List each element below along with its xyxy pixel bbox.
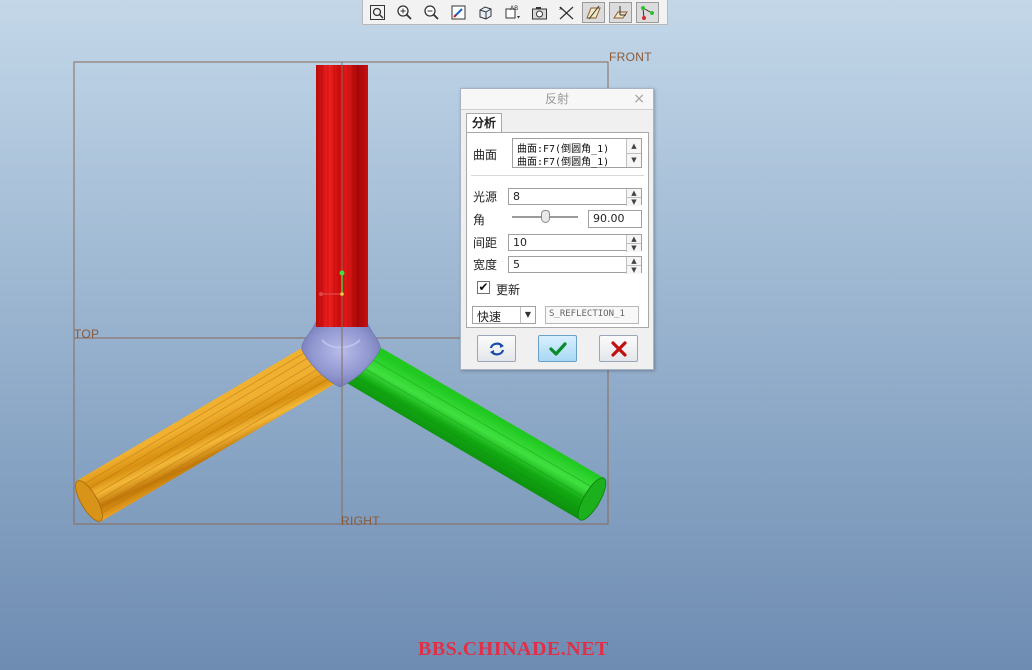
zoom-fit-button[interactable] xyxy=(366,2,389,23)
view-orient-button[interactable] xyxy=(474,2,497,23)
dialog-title: 反射 xyxy=(544,92,569,106)
orange-pipe xyxy=(75,346,338,522)
mode-dropdown[interactable]: 快速 ▼ xyxy=(472,306,536,324)
divider xyxy=(471,175,644,176)
mode-value[interactable]: 快速 xyxy=(477,308,501,325)
surface-label: 曲面 xyxy=(473,148,498,162)
angle-slider-thumb[interactable] xyxy=(541,210,550,223)
light-label: 光源 xyxy=(473,190,498,204)
datum-label-front[interactable]: FRONT xyxy=(609,50,652,64)
spin-up-icon[interactable]: ▲ xyxy=(626,257,641,265)
zoom-in-icon xyxy=(397,4,412,20)
datum-csys-toggle-icon xyxy=(613,5,628,18)
angle-input[interactable]: 90.00 xyxy=(588,210,642,228)
spacing-value[interactable]: 10 xyxy=(513,236,527,249)
close-icon[interactable]: × xyxy=(633,89,645,109)
datum-csys-toggle-button[interactable] xyxy=(609,1,632,23)
angle-value[interactable]: 90.00 xyxy=(593,212,625,225)
datum-label-top[interactable]: TOP xyxy=(74,327,99,341)
datum-point-toggle-icon xyxy=(641,5,654,20)
datum-label-right[interactable]: RIGHT xyxy=(341,514,380,528)
analysis-panel: 曲面 曲面:F7(倒圆角_1) 曲面:F7(倒圆角_1) ▲ ▼ 光源 8 ▲ ▼… xyxy=(466,132,649,328)
zoom-out-button[interactable] xyxy=(420,2,443,23)
ok-button[interactable] xyxy=(538,335,577,362)
width-label: 宽度 xyxy=(473,258,498,272)
tab-analysis[interactable]: 分析 xyxy=(466,113,502,133)
analysis-name-value[interactable]: S_REFLECTION_1 xyxy=(549,309,625,319)
cancel-button[interactable] xyxy=(599,335,638,362)
surface-ref-item[interactable]: 曲面:F7(倒圆角_1) xyxy=(517,153,609,168)
spin-down-icon[interactable]: ▼ xyxy=(626,243,641,252)
repeat-button[interactable] xyxy=(477,335,516,362)
width-spinner[interactable]: 5 ▲ ▼ xyxy=(508,256,642,274)
spacing-spinner[interactable]: 10 ▲ ▼ xyxy=(508,234,642,252)
display-style-icon xyxy=(532,6,547,19)
view-orient-icon xyxy=(479,5,492,20)
repeat-icon xyxy=(489,342,504,355)
saved-views-button[interactable]: AB xyxy=(501,2,524,23)
surface-reference-list[interactable]: 曲面:F7(倒圆角_1) 曲面:F7(倒圆角_1) ▲ ▼ xyxy=(512,138,642,168)
angle-label: 角 xyxy=(473,213,486,227)
datum-point-toggle-button[interactable] xyxy=(636,1,659,23)
width-value[interactable]: 5 xyxy=(513,258,520,271)
spinner-arrows[interactable]: ▲ ▼ xyxy=(626,189,641,206)
list-scroll-arrows[interactable]: ▲ ▼ xyxy=(626,139,641,167)
light-value[interactable]: 8 xyxy=(513,190,520,203)
zoom-fit-icon xyxy=(370,4,385,20)
datum-axis-toggle-icon xyxy=(586,5,601,19)
checkmark-icon xyxy=(548,341,567,356)
zoom-out-icon xyxy=(424,4,439,20)
datum-plane-toggle-button[interactable]: x xyxy=(555,2,578,23)
update-label[interactable]: 更新 xyxy=(496,281,520,298)
spinner-arrows[interactable]: ▲ ▼ xyxy=(626,257,641,274)
light-source-spinner[interactable]: 8 ▲ ▼ xyxy=(508,188,642,206)
svg-text:x: x xyxy=(559,6,562,12)
svg-text:AB: AB xyxy=(510,5,518,12)
spin-up-icon[interactable]: ▲ xyxy=(626,189,641,197)
spacing-label: 间距 xyxy=(473,236,498,250)
display-style-button[interactable] xyxy=(528,2,551,23)
spinner-arrows[interactable]: ▲ ▼ xyxy=(626,235,641,252)
spin-up-icon[interactable]: ▲ xyxy=(626,235,641,243)
saved-views-icon: AB xyxy=(505,5,520,18)
analysis-name-field[interactable]: S_REFLECTION_1 xyxy=(545,306,639,324)
spin-down-icon[interactable]: ▼ xyxy=(626,197,641,206)
view-toolbar: AB x xyxy=(362,0,668,25)
repaint-icon xyxy=(451,5,466,19)
repaint-button[interactable] xyxy=(447,2,470,23)
watermark-text: BBS.CHINADE.NET xyxy=(418,638,609,660)
scroll-up-icon[interactable]: ▲ xyxy=(626,139,641,153)
spin-down-icon[interactable]: ▼ xyxy=(626,265,641,274)
update-checkbox[interactable]: ✔ xyxy=(477,281,490,294)
chevron-down-icon[interactable]: ▼ xyxy=(520,307,535,323)
zoom-in-button[interactable] xyxy=(393,2,416,23)
x-icon xyxy=(610,340,627,357)
reflection-dialog: 反射 × 分析 曲面 曲面:F7(倒圆角_1) 曲面:F7(倒圆角_1) ▲ ▼… xyxy=(460,88,654,370)
dialog-titlebar[interactable]: 反射 × xyxy=(461,89,653,110)
datum-axis-toggle-button[interactable] xyxy=(582,1,605,23)
scroll-down-icon[interactable]: ▼ xyxy=(626,152,641,167)
green-pipe xyxy=(345,346,607,521)
datum-plane-toggle-icon: x xyxy=(559,6,574,19)
